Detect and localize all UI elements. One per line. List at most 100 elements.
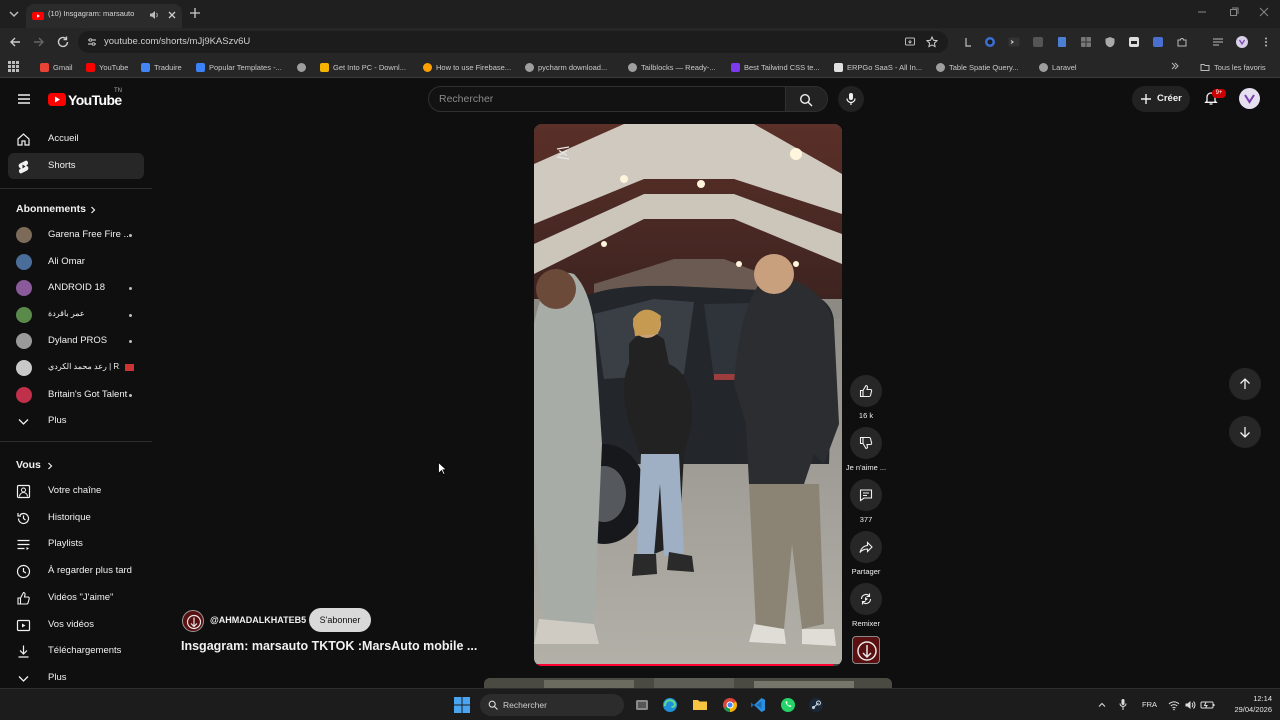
- subscriptions-heading[interactable]: Abonnements: [16, 203, 86, 215]
- shorts-video-player[interactable]: [534, 124, 842, 666]
- sidebar-item-subscription[interactable]: Garena Free Fire ...: [8, 222, 144, 248]
- extension-square-icon[interactable]: [1152, 36, 1164, 48]
- chevron-right-icon[interactable]: [88, 205, 98, 215]
- new-tab-plus-icon[interactable]: [188, 6, 202, 20]
- browser-menu-kebab-icon[interactable]: [1260, 36, 1272, 48]
- extensions-puzzle-icon[interactable]: [1176, 36, 1188, 48]
- sidebar-item-home[interactable]: Accueil: [8, 126, 144, 152]
- file-explorer-icon[interactable]: [692, 697, 708, 713]
- input-language[interactable]: FRA: [1142, 700, 1157, 709]
- sidebar-item-watch-later[interactable]: À regarder plus tard: [8, 558, 144, 584]
- sidebar-item-downloads[interactable]: Téléchargements: [8, 638, 144, 664]
- comments-button[interactable]: [850, 479, 882, 511]
- window-close-icon[interactable]: [1258, 6, 1270, 18]
- bookmark-item[interactable]: How to use Firebase...: [423, 60, 511, 74]
- whatsapp-icon[interactable]: [780, 697, 796, 713]
- extension-shield-icon[interactable]: [1104, 36, 1116, 48]
- chevron-right-icon[interactable]: [45, 461, 55, 471]
- channel-avatar[interactable]: [182, 610, 204, 632]
- all-bookmarks-folder[interactable]: Tous les favoris: [1200, 60, 1266, 74]
- extension-l-icon[interactable]: [962, 36, 974, 48]
- bookmark-item[interactable]: [297, 60, 306, 74]
- bookmark-item[interactable]: Gmail: [40, 60, 73, 74]
- window-minimize-icon[interactable]: [1196, 6, 1208, 18]
- video-progress-bar[interactable]: [534, 664, 842, 666]
- windows-start-icon[interactable]: [454, 697, 470, 713]
- sidebar-subscriptions-more[interactable]: Plus: [8, 408, 144, 434]
- bookmarks-overflow-chevron-icon[interactable]: [1170, 61, 1180, 71]
- tray-overflow-chevron-up-icon[interactable]: [1097, 700, 1107, 710]
- browser-tab-active[interactable]: (10) Insgagram: marsauto TKTOK :MarsAuto…: [26, 4, 182, 28]
- bookmark-item[interactable]: Traduire: [141, 60, 182, 74]
- tab-close-icon[interactable]: [166, 9, 178, 21]
- volume-icon[interactable]: [1184, 699, 1196, 711]
- account-avatar[interactable]: [1239, 88, 1260, 109]
- share-button[interactable]: [850, 531, 882, 563]
- edge-browser-icon[interactable]: [662, 697, 678, 713]
- sidebar-item-shorts[interactable]: Shorts: [8, 153, 144, 179]
- tab-audio-speaker-icon[interactable]: [148, 9, 160, 21]
- sidebar-item-playlists[interactable]: Playlists: [8, 531, 144, 557]
- search-input[interactable]: Rechercher: [428, 86, 786, 112]
- bookmark-item[interactable]: Popular Templates -...: [196, 60, 282, 74]
- sound-channel-thumbnail[interactable]: [852, 636, 880, 664]
- clock-date[interactable]: 29/04/2026: [1222, 705, 1272, 714]
- sidebar-item-subscription[interactable]: ANDROID 18: [8, 275, 144, 301]
- search-button[interactable]: [786, 86, 828, 112]
- window-restore-icon[interactable]: [1228, 6, 1240, 18]
- short-title[interactable]: Insgagram: marsauto TKTOK :MarsAuto mobi…: [181, 639, 481, 653]
- sidebar-item-subscription[interactable]: عمر باقردة: [8, 302, 144, 328]
- sidebar-item-subscription[interactable]: Ali Omar: [8, 249, 144, 275]
- bookmark-item[interactable]: YouTube: [86, 60, 128, 74]
- sidebar-item-your-channel[interactable]: Votre chaîne: [8, 478, 144, 504]
- bookmark-item[interactable]: Get Into PC - Downl...: [320, 60, 406, 74]
- tab-search-list-icon[interactable]: [1212, 36, 1224, 48]
- taskbar-search[interactable]: Rechercher: [480, 694, 624, 716]
- extension-grid-icon[interactable]: [1032, 36, 1044, 48]
- reload-icon[interactable]: [56, 35, 70, 49]
- profile-avatar-icon[interactable]: [1236, 36, 1248, 48]
- bookmark-item[interactable]: pycharm download...: [525, 60, 607, 74]
- tab-search-chevron-icon[interactable]: [6, 6, 22, 22]
- task-view-icon[interactable]: [634, 697, 650, 713]
- bookmark-item[interactable]: Laravel: [1039, 60, 1077, 74]
- like-button[interactable]: [850, 375, 882, 407]
- next-short-button[interactable]: [1229, 416, 1261, 448]
- address-bar[interactable]: youtube.com/shorts/mJj9KASzv6U: [78, 31, 948, 53]
- apps-grid-icon[interactable]: [8, 61, 19, 72]
- extension-incognito-icon[interactable]: [1128, 36, 1140, 48]
- sidebar-item-subscription[interactable]: Britain's Got Talent: [8, 382, 144, 408]
- wifi-icon[interactable]: [1168, 699, 1180, 711]
- clock-time[interactable]: 12:14: [1236, 694, 1272, 703]
- youtube-logo[interactable]: YouTube TN: [48, 88, 128, 110]
- hamburger-menu-icon[interactable]: [16, 91, 32, 107]
- extension-box-icon[interactable]: [1080, 36, 1092, 48]
- you-heading[interactable]: Vous: [16, 459, 41, 471]
- steam-icon[interactable]: [808, 697, 824, 713]
- extension-terminal-icon[interactable]: [1008, 36, 1020, 48]
- back-arrow-icon[interactable]: [8, 35, 22, 49]
- install-app-icon[interactable]: [904, 36, 916, 48]
- subscribe-button[interactable]: S'abonner: [309, 608, 371, 632]
- forward-arrow-icon[interactable]: [32, 35, 46, 49]
- bookmark-item[interactable]: Tailblocks — Ready-...: [628, 60, 716, 74]
- chrome-icon[interactable]: [722, 697, 738, 713]
- dislike-button[interactable]: [850, 427, 882, 459]
- url-text[interactable]: youtube.com/shorts/mJj9KASzv6U: [104, 36, 250, 47]
- remix-button[interactable]: [850, 583, 882, 615]
- create-button[interactable]: Créer: [1132, 86, 1190, 112]
- channel-handle[interactable]: @AHMADALKHATEB5: [210, 615, 306, 625]
- bookmark-item[interactable]: ERPGo SaaS - All In...: [834, 60, 922, 74]
- tray-microphone-icon[interactable]: [1118, 698, 1128, 711]
- sidebar-item-subscription[interactable]: Dyland PROS: [8, 328, 144, 354]
- battery-icon[interactable]: [1200, 699, 1216, 711]
- bookmark-item[interactable]: Table Spatie Query...: [936, 60, 1018, 74]
- sidebar-item-liked-videos[interactable]: Vidéos "J'aime": [8, 585, 144, 611]
- vscode-icon[interactable]: [750, 697, 766, 713]
- sidebar-item-subscription[interactable]: رعد محمد الكردي | R...: [8, 355, 144, 381]
- extension-doc-icon[interactable]: [1056, 36, 1068, 48]
- site-info-tune-icon[interactable]: [86, 36, 98, 48]
- sidebar-item-history[interactable]: Historique: [8, 505, 144, 531]
- bookmark-star-icon[interactable]: [926, 36, 938, 48]
- sidebar-item-your-videos[interactable]: Vos vidéos: [8, 612, 144, 638]
